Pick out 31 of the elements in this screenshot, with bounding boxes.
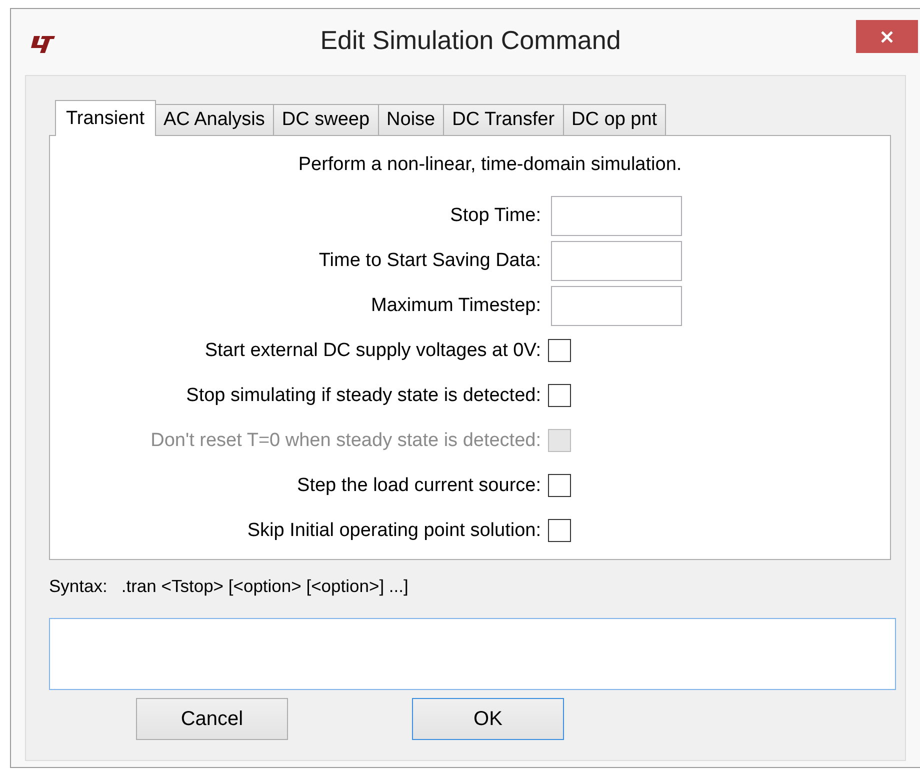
input-field[interactable] — [551, 196, 682, 236]
field-label: Don't reset T=0 when steady state is detected: — [150, 430, 541, 452]
cancel-button[interactable]: Cancel — [136, 698, 288, 740]
tab[interactable]: DC sweep — [272, 104, 379, 135]
field-label: Time to Start Saving Data: — [318, 250, 541, 272]
syntax-label: Syntax: — [49, 576, 108, 596]
input-field[interactable] — [551, 240, 682, 280]
field-label: Start external DC supply voltages at 0V: — [204, 340, 541, 362]
tab[interactable]: Noise — [378, 104, 444, 135]
field-label: Step the load current source: — [297, 474, 541, 496]
tab[interactable]: DC op pnt — [562, 104, 666, 135]
close-icon — [879, 28, 895, 44]
window-title: Edit Simulation Command — [320, 24, 621, 56]
field-label: Stop Time: — [450, 204, 541, 226]
checkbox[interactable] — [548, 474, 571, 497]
description-text: Perform a non-linear, time-domain simulation. — [298, 154, 682, 176]
command-field[interactable] — [49, 618, 896, 690]
logo-icon — [28, 34, 56, 54]
close-button[interactable] — [856, 20, 918, 53]
input-field[interactable] — [551, 286, 682, 326]
checkbox[interactable] — [548, 384, 571, 407]
tab[interactable]: DC Transfer — [443, 104, 564, 135]
tab[interactable]: AC Analysis — [154, 104, 274, 135]
field-label: Stop simulating if steady state is detected: — [186, 384, 541, 406]
ok-button[interactable]: OK — [412, 698, 564, 740]
field-label: Skip Initial operating point solution: — [247, 520, 541, 542]
checkbox[interactable] — [548, 519, 571, 542]
checkbox[interactable] — [548, 339, 571, 362]
tab[interactable]: Transient — [55, 100, 156, 136]
field-label: Maximum Timestep: — [371, 294, 541, 316]
syntax-text: .tran <Tstop> [<option> [<option>] ...] — [121, 576, 408, 596]
